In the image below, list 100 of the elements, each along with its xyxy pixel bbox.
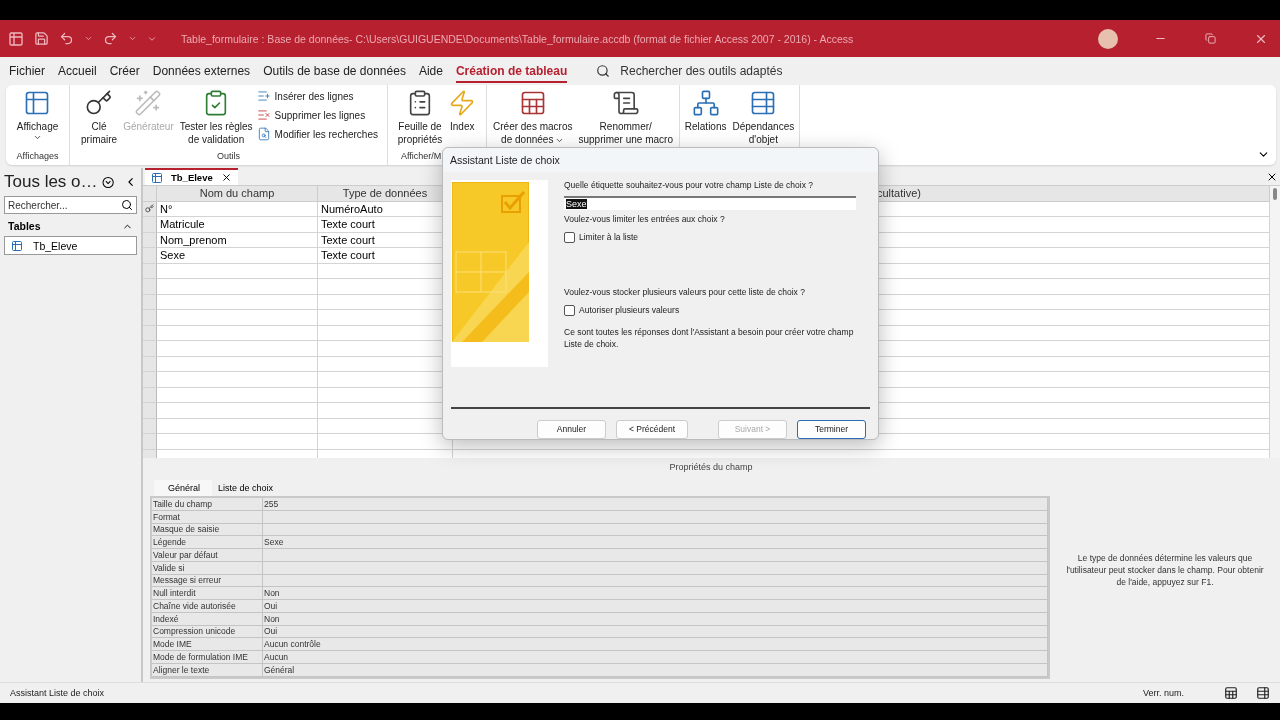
property-tab[interactable]: Général (154, 480, 213, 496)
question-text: Voulez-vous stocker plusieurs valeurs pour cette liste de choix ? (564, 286, 806, 297)
property-value-cell[interactable] (263, 549, 1048, 562)
property-name-cell: Compression unicode (152, 625, 263, 639)
property-value-cell[interactable] (263, 561, 1048, 575)
property-name-cell: Mode IME (152, 638, 263, 651)
property-value-cell[interactable] (263, 523, 1048, 537)
nav-item[interactable]: Tb_Eleve (4, 236, 137, 255)
save-icon[interactable] (34, 31, 49, 46)
field-name-cell: Nom_prenom (157, 232, 318, 248)
dropdown-icon[interactable] (101, 175, 114, 189)
property-value-cell[interactable]: Non (263, 587, 1048, 600)
menu-tab[interactable]: Données externes (152, 59, 251, 83)
restore-icon[interactable] (1205, 33, 1216, 44)
caret-icon[interactable] (128, 34, 137, 43)
search-field[interactable]: Rechercher des outils adaptés (618, 63, 839, 79)
property-value-cell[interactable]: Aucun contrôle (263, 638, 1048, 651)
ribbon-button[interactable]: Renommer/ supprimer une macro (576, 87, 675, 151)
checkbox[interactable] (564, 304, 575, 316)
scrollbar-thumb[interactable] (1273, 188, 1277, 200)
datasheet-view-icon[interactable] (1224, 686, 1238, 700)
property-value-cell[interactable] (263, 510, 1048, 524)
ribbon-button[interactable]: Dépendances d'objet (730, 87, 797, 151)
property-value-cell[interactable]: Oui (263, 625, 1048, 639)
list-x-icon (256, 108, 271, 122)
nav-title: Tous les o… (4, 172, 98, 192)
menu-tab[interactable]: Créer (109, 59, 140, 83)
ribbon-button[interactable]: Feuille de propriétés (395, 87, 445, 151)
property-name-cell: Message si erreur (152, 574, 263, 588)
checkbox[interactable] (564, 231, 575, 243)
question-text: Voulez-vous limiter les entrées aux choix ? (564, 213, 726, 224)
property-value-cell[interactable]: Non (263, 612, 1048, 626)
document-tab[interactable]: Tb_Eleve (145, 168, 238, 185)
app-icon[interactable] (8, 30, 24, 47)
close-icon[interactable] (1266, 171, 1278, 183)
design-view-icon[interactable] (1256, 686, 1270, 700)
group-label: Afficher/M (401, 151, 442, 163)
property-value-cell[interactable]: Oui (263, 600, 1048, 613)
list-plus-icon (256, 89, 271, 103)
menu-tab[interactable]: Création de tableau (455, 59, 568, 83)
ribbon-button[interactable]: Tester les règles de validation (177, 87, 255, 151)
menu-tab[interactable]: Aide (418, 59, 443, 83)
redo-icon[interactable] (103, 31, 118, 46)
search-icon (596, 64, 611, 78)
ribbon-button[interactable]: Insérer des lignes (256, 89, 378, 103)
ribbon-button[interactable]: Affichage (14, 87, 61, 151)
ribbon-button[interactable]: Supprimer les lignes (256, 108, 378, 122)
ribbon-button[interactable]: Modifier les recherches (256, 127, 378, 141)
property-tab[interactable]: Liste de choix (212, 480, 286, 496)
property-name-cell: Aligner le texte (152, 663, 263, 677)
property-name-cell: Taille du champ (152, 498, 263, 511)
file-search-icon (256, 127, 271, 141)
group-label: Outils (217, 151, 240, 163)
close-icon[interactable] (220, 172, 232, 183)
property-value-cell[interactable]: 255 (263, 498, 1048, 511)
key-icon (145, 204, 154, 214)
table-icon (151, 171, 163, 184)
property-name-cell: Mode de formulation IME (152, 651, 263, 664)
dialog-button[interactable]: < Précédent (615, 420, 688, 439)
network-icon (691, 89, 720, 117)
table-icon (11, 239, 23, 252)
ribbon-button[interactable]: Créer des macros de données (491, 87, 575, 151)
window-title: Table_formulaire : Base de données- C:\Users\GUIGUENDE\Documents\Table_formulaire.accdb (format de fichier Access 2007 - 2016) - Access (181, 32, 855, 45)
dialog-title: Assistant Liste de choix (443, 148, 878, 172)
caret-icon[interactable] (84, 34, 93, 43)
checkbox-label: Autoriser plusieurs valeurs (579, 305, 680, 316)
property-name-cell: Valeur par défaut (152, 549, 263, 562)
menu-tab[interactable]: Accueil (58, 59, 97, 83)
wand-icon (134, 89, 163, 117)
help-text: Le type de données détermine les valeurs que l'utilisateur peut stocker dans le champ. Pour obtenir de l'aide, appuyez sur F1. (1065, 552, 1265, 589)
search-icon (121, 199, 133, 211)
menu-tab[interactable]: Fichier (9, 59, 45, 83)
ribbon-button[interactable]: Clé primaire (79, 87, 120, 151)
column-header: Nom du champ (157, 186, 318, 202)
avatar[interactable] (1098, 28, 1118, 49)
group-label: Affichages (16, 151, 59, 163)
label-field[interactable]: Sexe (564, 195, 856, 210)
dialog-button[interactable]: Terminer (797, 420, 866, 439)
nav-search-field[interactable]: Rechercher... (4, 196, 137, 214)
property-value-cell[interactable]: Général (263, 663, 1048, 677)
property-name-cell: Indexé (152, 612, 263, 626)
property-value-cell[interactable]: Aucun (263, 651, 1048, 664)
property-name-cell: Null interdit (152, 587, 263, 600)
checkbox-label: Limiter à la liste (579, 232, 639, 243)
ribbon-button[interactable]: Index (446, 87, 479, 151)
dialog-button[interactable]: Annuler (536, 420, 606, 439)
section-title: Propriétés du champ (668, 461, 754, 474)
property-name-cell: Masque de saisie (152, 523, 263, 537)
property-value-cell[interactable] (263, 574, 1048, 588)
key-icon (85, 89, 114, 117)
undo-icon[interactable] (59, 31, 74, 46)
menu-tab[interactable]: Outils de base de données (263, 59, 406, 83)
property-name-cell: Légende (152, 536, 263, 549)
ribbon-button[interactable]: Relations (682, 87, 729, 151)
property-name-cell: Format (152, 510, 263, 524)
nav-group-header[interactable]: Tables (4, 218, 137, 232)
field-name-cell: N° (157, 201, 318, 217)
property-value-cell[interactable]: Sexe (263, 536, 1048, 549)
field-name-cell: Matricule (157, 217, 318, 233)
status-text: Verr. num. (1142, 688, 1184, 698)
